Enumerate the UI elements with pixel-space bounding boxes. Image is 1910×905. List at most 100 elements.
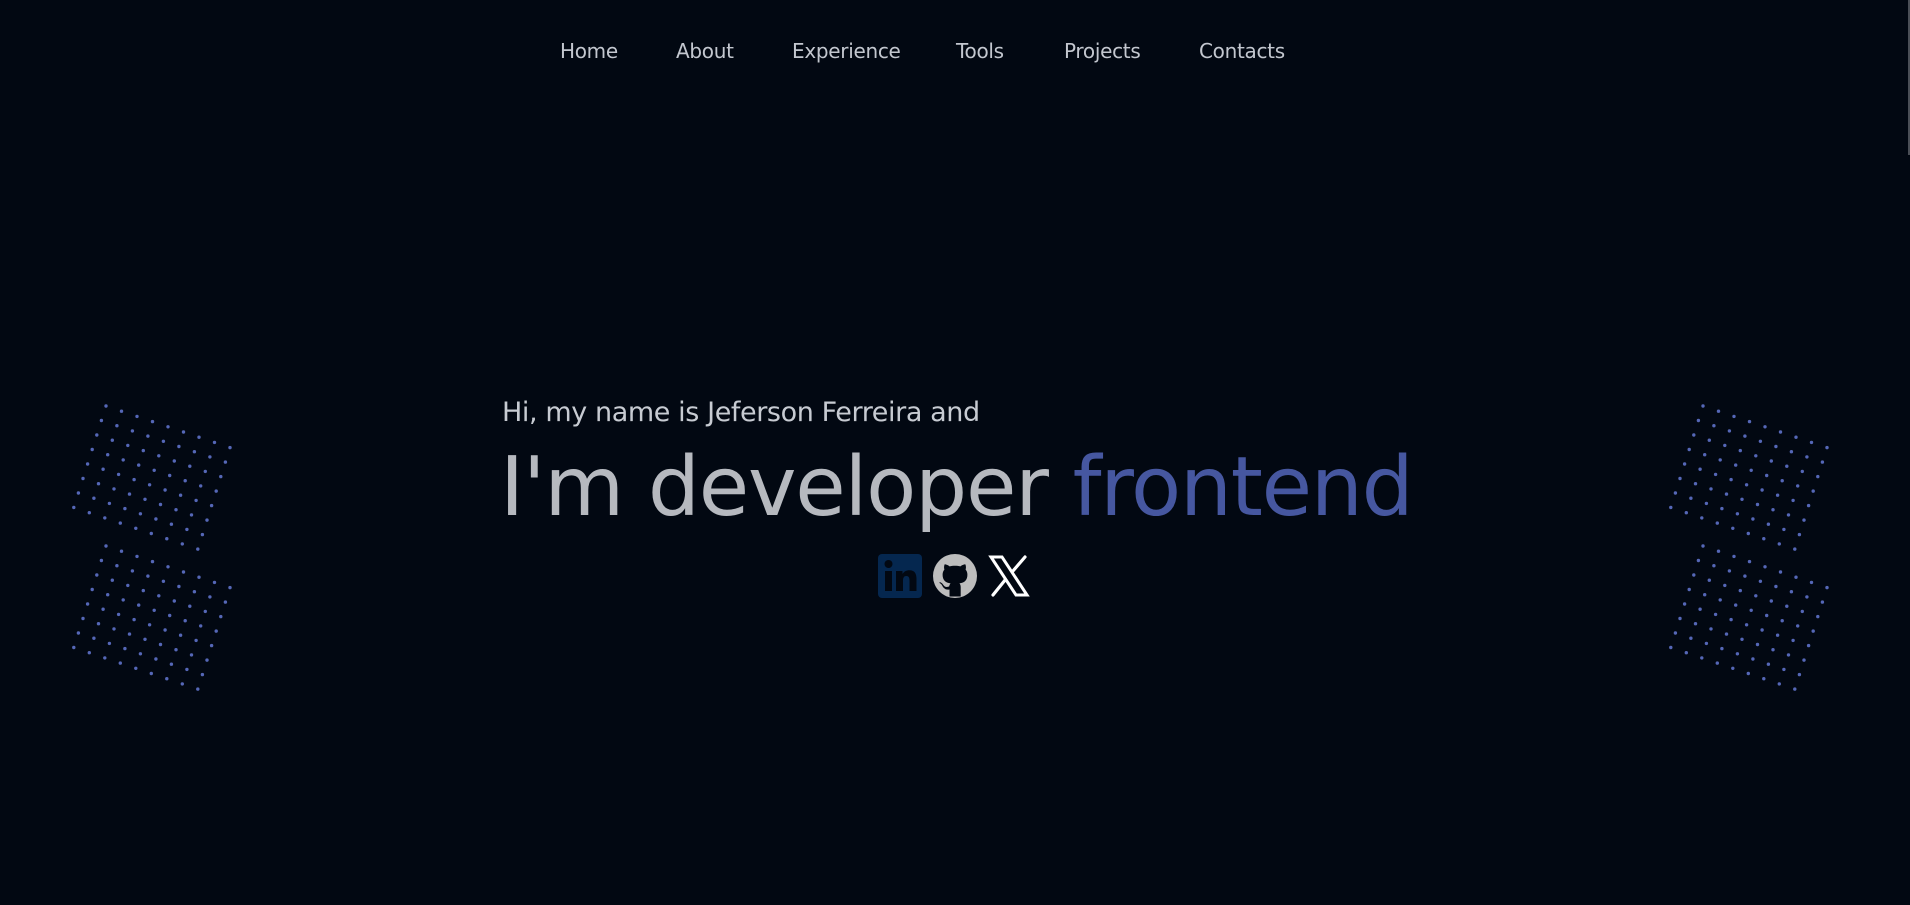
decor-dot (101, 607, 105, 611)
linkedin-link[interactable] (877, 553, 923, 599)
decor-dot (1692, 433, 1696, 437)
decor-dot (1805, 595, 1809, 599)
decor-dot (1740, 637, 1744, 641)
decor-dot (189, 653, 194, 657)
decor-dot (208, 595, 212, 599)
decor-dot (1729, 617, 1733, 622)
decor-dot (1698, 607, 1702, 611)
decor-dot (138, 512, 143, 516)
decor-dot (96, 622, 101, 626)
decor-dot (1692, 573, 1696, 577)
decor-dot (1797, 532, 1802, 537)
decor-dot (205, 658, 209, 662)
decor-dot (149, 531, 153, 536)
decor-dot (1740, 497, 1744, 501)
decor-dot (127, 632, 132, 636)
decor-dot (1709, 627, 1713, 631)
decor-dot (1806, 643, 1811, 648)
decor-dot (1724, 492, 1729, 496)
decor-dot (1785, 464, 1789, 468)
decor-dot (1749, 608, 1753, 612)
nav-link-about[interactable]: About (676, 36, 734, 66)
decor-dot (208, 455, 212, 459)
decor-dot (192, 450, 197, 454)
decor-dot (1716, 549, 1721, 553)
decor-dot (1746, 671, 1750, 676)
decor-dot (1816, 474, 1820, 479)
decor-dot (1796, 624, 1800, 628)
decor-dot (178, 633, 183, 637)
decor-dot (1791, 638, 1795, 643)
decor-dot (1765, 613, 1769, 618)
decor-dot (180, 542, 184, 546)
decor-dot (87, 651, 91, 655)
decor-dot (1806, 503, 1811, 508)
decor-dot (203, 469, 207, 474)
decor-dot (200, 672, 205, 677)
decor-dot (119, 409, 124, 413)
decor-dot (1777, 682, 1781, 686)
decor-dot (115, 424, 119, 428)
decor-dot (1778, 430, 1783, 434)
decor-dot (1678, 476, 1682, 481)
decor-dot (143, 497, 147, 501)
decor-dot (76, 491, 81, 495)
decor-dot (1789, 590, 1794, 594)
decor-dot (166, 425, 170, 429)
nav-link-projects[interactable]: Projects (1064, 36, 1141, 66)
decor-dot (165, 677, 169, 681)
nav-link-contacts[interactable]: Contacts (1199, 36, 1285, 66)
github-link[interactable] (932, 553, 978, 599)
decor-dot (123, 506, 127, 511)
decor-dot (197, 575, 201, 579)
x-twitter-link[interactable] (986, 553, 1032, 599)
decor-dot (1743, 574, 1747, 578)
decor-dot (1734, 463, 1738, 467)
decor-dot (118, 661, 122, 665)
decor-dot (1791, 498, 1795, 503)
decor-dot (1769, 459, 1773, 463)
nav-link-tools[interactable]: Tools (956, 36, 1004, 66)
decor-dot (1693, 622, 1698, 626)
decor-dot (135, 554, 139, 559)
decor-dot (1789, 450, 1794, 454)
decor-dot (112, 487, 116, 491)
decor-dot (1816, 614, 1820, 619)
nav-link-home[interactable]: Home (560, 36, 618, 66)
decor-dot (99, 558, 104, 563)
decor-dot (104, 404, 108, 408)
decor-dot (1693, 482, 1698, 486)
decor-dot (85, 462, 90, 466)
decor-dot (95, 433, 99, 437)
decor-dot (157, 454, 161, 458)
decor-dot (1712, 564, 1716, 568)
decor-dot (141, 588, 145, 593)
decor-dot (1786, 653, 1791, 657)
decor-dot (1755, 502, 1760, 507)
decor-dot (1793, 687, 1797, 691)
decor-dot (147, 623, 152, 627)
decor-dot (180, 682, 184, 686)
decor-dot (1775, 493, 1780, 497)
decor-dot (1689, 636, 1693, 640)
decor-dot (1716, 409, 1721, 413)
decor-dot (158, 502, 163, 507)
decor-dot (1780, 619, 1784, 623)
decor-dot (106, 593, 110, 597)
nav-link-experience[interactable]: Experience (792, 36, 901, 66)
decor-dot (132, 617, 136, 622)
decor-dot (223, 600, 228, 604)
decor-dot (1749, 468, 1753, 472)
decor-dot (1751, 657, 1755, 661)
decor-dot (178, 493, 183, 497)
decor-dot (1771, 648, 1775, 652)
decor-dot (1777, 542, 1781, 546)
decor-dot (90, 447, 94, 452)
decor-dot (143, 637, 147, 641)
decor-dot (1825, 445, 1829, 450)
decor-dot (1762, 677, 1766, 681)
decor-dot (1701, 404, 1705, 408)
decor-dot (130, 569, 135, 573)
decor-dot (183, 619, 187, 623)
decor-dot (1723, 583, 1727, 588)
